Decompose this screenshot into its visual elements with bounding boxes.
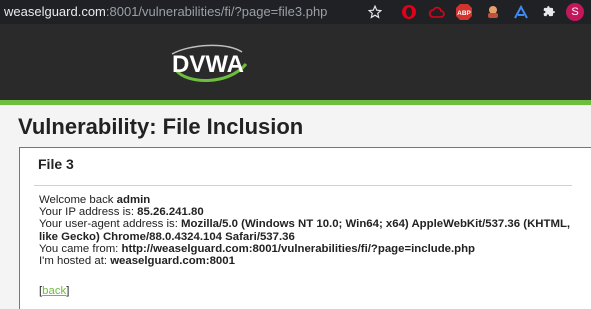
opera-icon[interactable] [400,3,418,21]
url-path: :8001/vulnerabilities/fi/?page=file3.php [105,4,328,19]
hosted-line: I'm hosted at: weaselguard.com:8001 [39,255,235,268]
referer-line: You came from: http://weaselguard.com:80… [39,242,476,255]
profile-initial: S [571,6,579,18]
star-icon[interactable] [366,3,384,21]
content-box: File 3 Welcome back admin Your IP addres… [19,147,591,309]
extension-icon-2[interactable] [512,3,530,21]
extension-icon-1[interactable] [484,3,502,21]
profile-avatar[interactable]: S [566,3,584,21]
url-host: weaselguard.com [4,4,106,19]
cloud-icon[interactable] [428,3,446,21]
ip-address: 85.26.241.80 [137,206,204,219]
adblock-plus-icon[interactable]: ABP [455,3,473,21]
site-header: DVWA [0,24,591,100]
ip-line: Your IP address is: 85.26.241.80 [39,206,204,219]
box-heading: File 3 [38,156,74,172]
info-block: Welcome back admin Your IP address is: 8… [39,194,584,267]
username: admin [116,194,151,206]
welcome-line: Welcome back admin [39,194,151,206]
back-link[interactable]: back [42,285,66,297]
back-line: [back] [39,285,70,297]
logo-text: DVWA [172,51,244,78]
browser-toolbar: weaselguard.com:8001/vulnerabilities/fi/… [0,0,591,24]
page-title: Vulnerability: File Inclusion [18,114,304,139]
host-address: weaselguard.com:8001 [110,255,235,268]
referer-url: http://weaselguard.com:8001/vulnerabilit… [121,242,476,255]
address-bar[interactable]: weaselguard.com:8001/vulnerabilities/fi/… [4,2,327,22]
divider [34,185,572,186]
abp-label: ABP [457,10,471,17]
puzzle-icon[interactable] [540,3,558,21]
dvwa-logo[interactable]: DVWA [166,40,250,88]
user-agent-line: Your user-agent address is: Mozilla/5.0 … [39,218,571,243]
